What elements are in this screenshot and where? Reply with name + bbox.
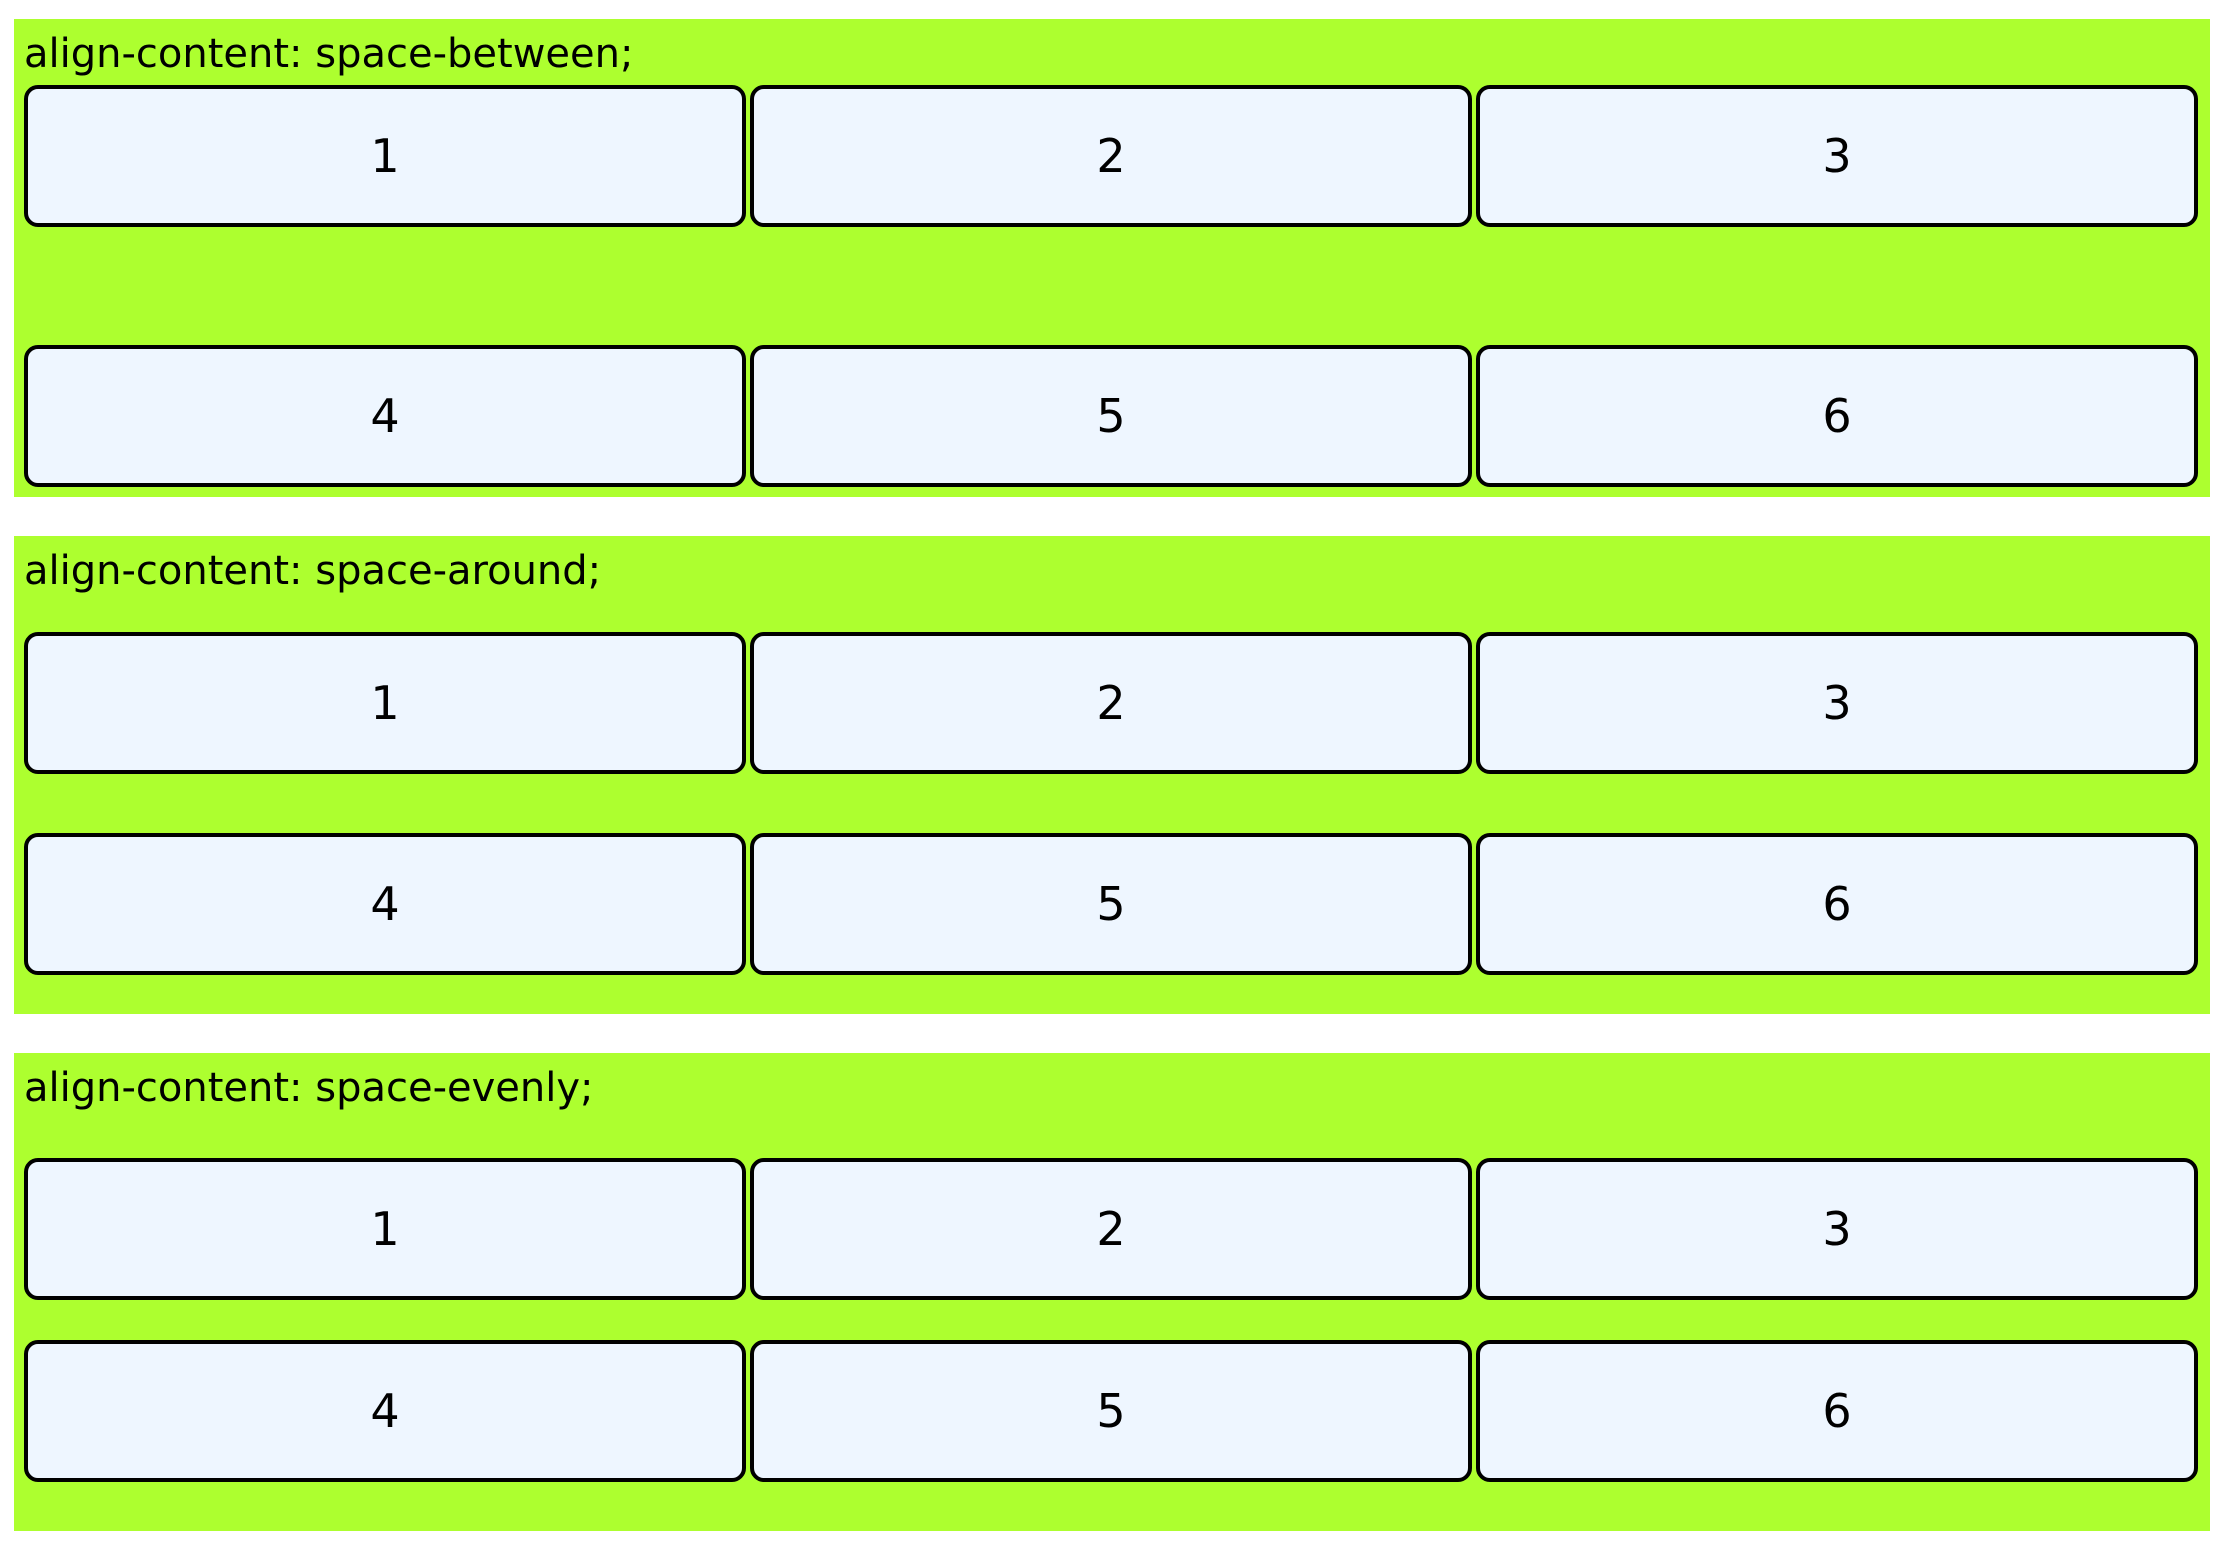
- panel-label: align-content: space-evenly;: [24, 1065, 594, 1111]
- flex-item-1: 1: [24, 85, 746, 227]
- flex-container: 1 2 3 4 5 6: [24, 602, 2208, 1004]
- flex-item-1: 1: [24, 1158, 746, 1301]
- flex-item-2: 2: [750, 631, 1472, 774]
- panel-space-around: align-content: space-around; 1 2 3 4 5 6: [14, 536, 2210, 1014]
- flex-container: 1 2 3 4 5 6: [24, 85, 2208, 487]
- flex-item-5: 5: [750, 1339, 1472, 1482]
- flex-item-4: 4: [24, 345, 746, 487]
- flex-item-6: 6: [1476, 1339, 2198, 1482]
- flex-item-6: 6: [1476, 832, 2198, 975]
- flex-item-2: 2: [750, 1158, 1472, 1301]
- flex-item-3: 3: [1476, 1158, 2198, 1301]
- flex-item-5: 5: [750, 345, 1472, 487]
- flex-item-4: 4: [24, 1339, 746, 1482]
- panel-space-between: align-content: space-between; 1 2 3 4 5 …: [14, 19, 2210, 497]
- flex-item-4: 4: [24, 832, 746, 975]
- panel-label: align-content: space-between;: [24, 31, 634, 77]
- flex-item-6: 6: [1476, 345, 2198, 487]
- flex-item-1: 1: [24, 631, 746, 774]
- panel-label: align-content: space-around;: [24, 548, 602, 594]
- flex-item-5: 5: [750, 832, 1472, 975]
- flex-item-2: 2: [750, 85, 1472, 227]
- panel-space-evenly: align-content: space-evenly; 1 2 3 4 5 6: [14, 1053, 2210, 1531]
- flex-item-3: 3: [1476, 85, 2198, 227]
- flex-item-3: 3: [1476, 631, 2198, 774]
- flex-container: 1 2 3 4 5 6: [24, 1119, 2208, 1521]
